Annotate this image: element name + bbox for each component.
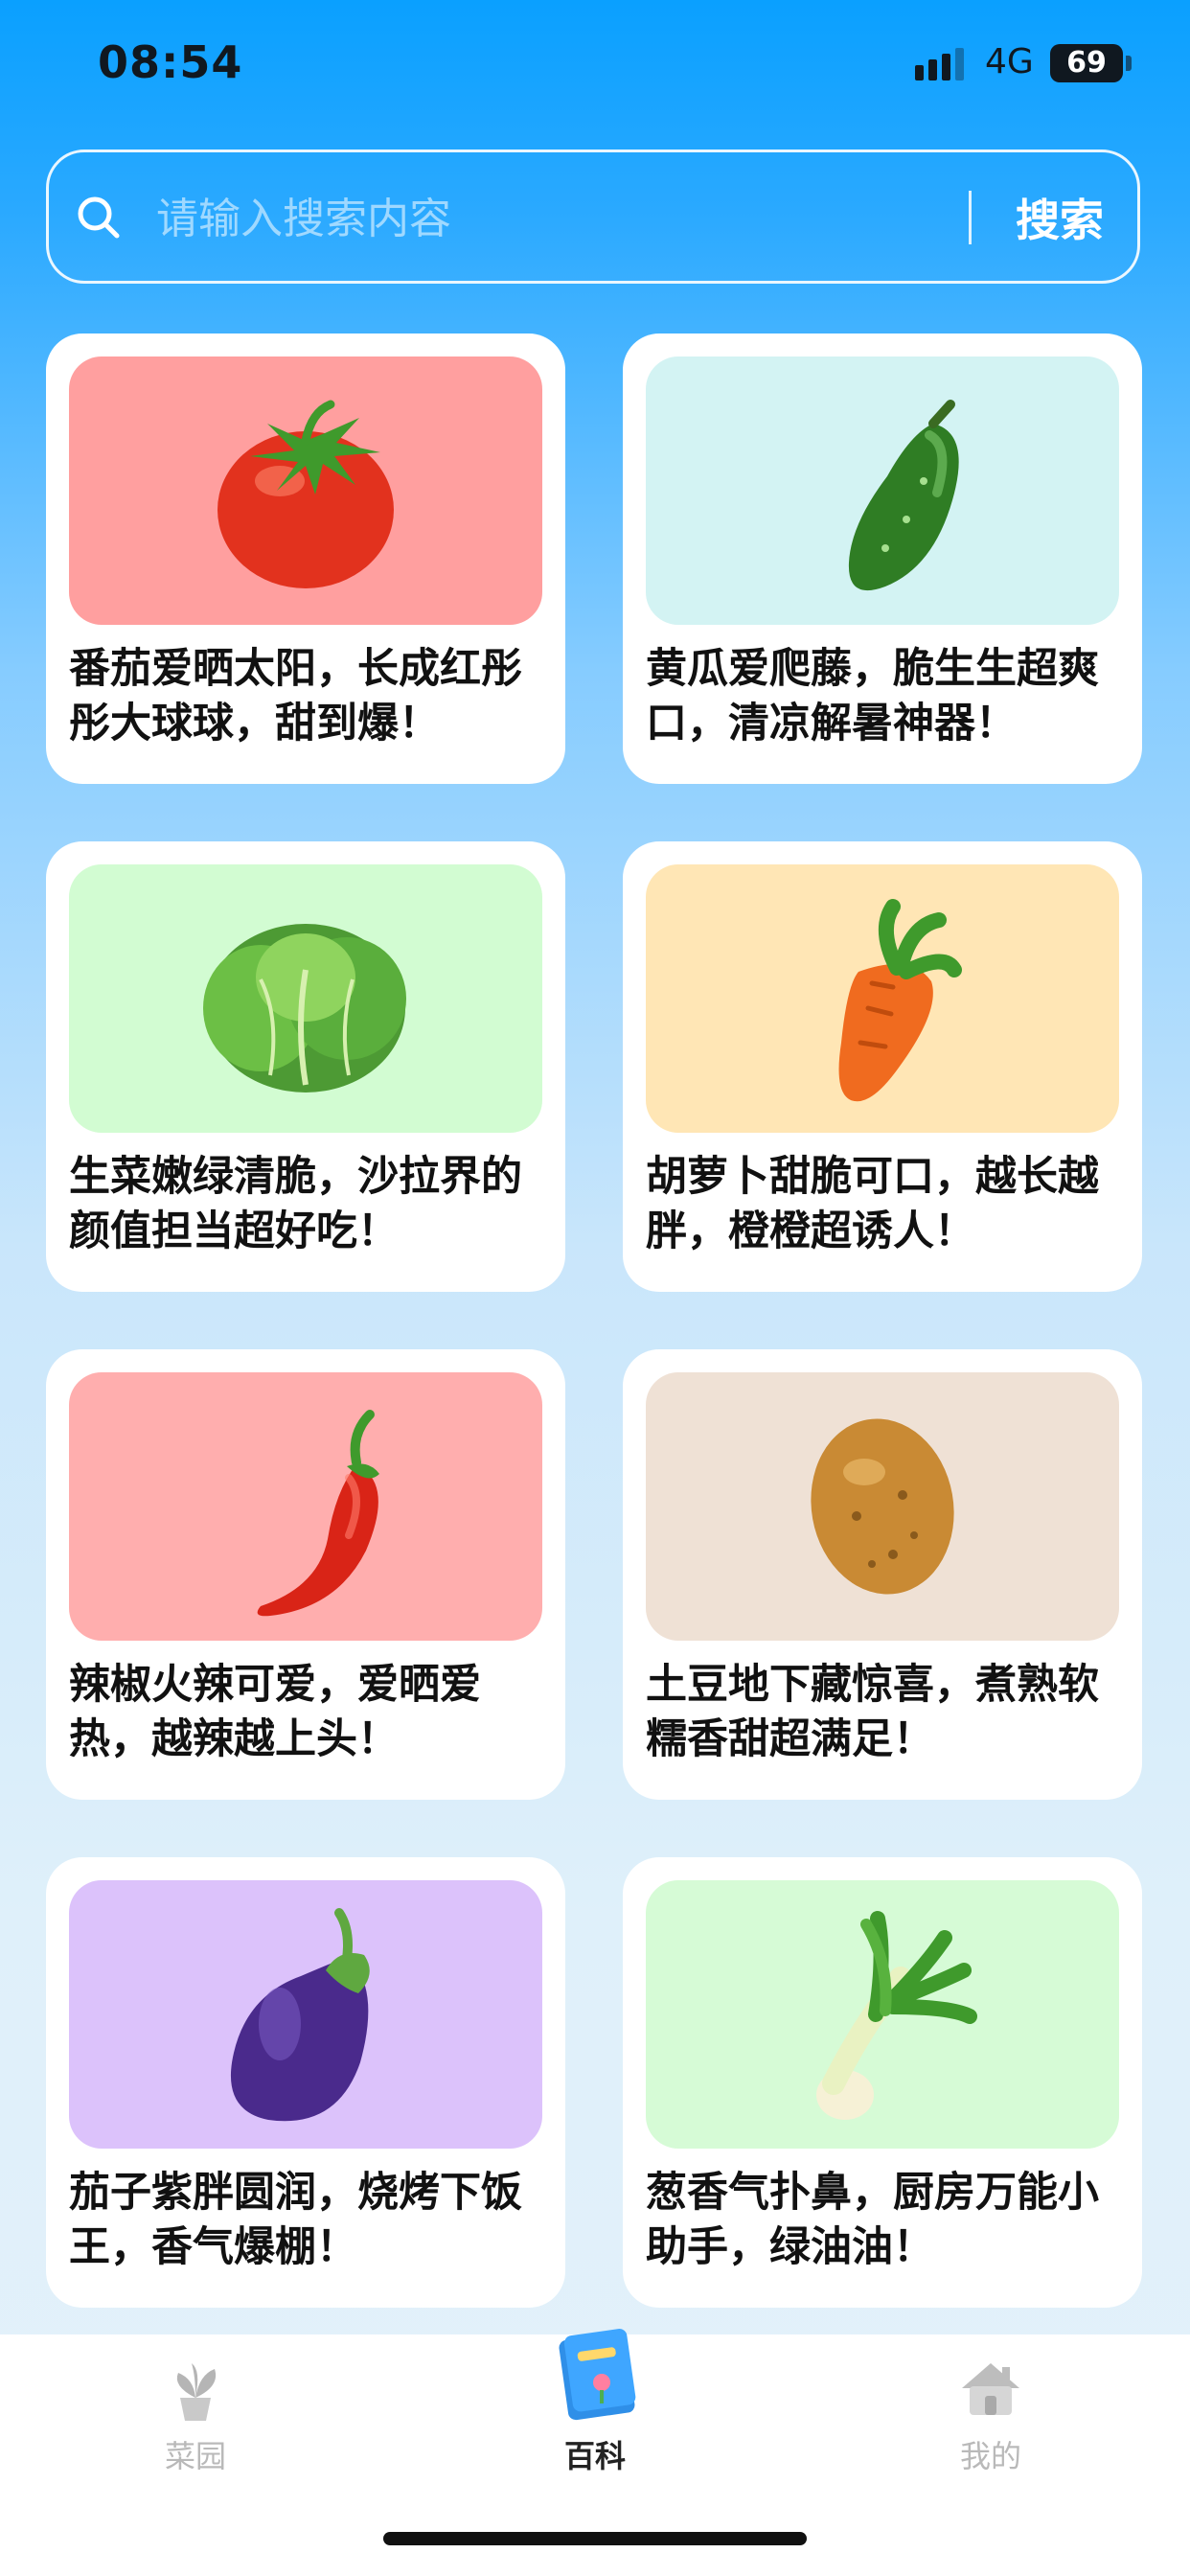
tab-mine[interactable]: 我的: [866, 2334, 1115, 2507]
card-image-bg: [646, 1880, 1119, 2149]
eggplant-icon: [230, 1908, 370, 2122]
house-icon: [962, 2363, 1019, 2415]
carrot-icon: [838, 899, 962, 1102]
plant-pot-icon: [176, 2363, 217, 2421]
search-icon: [78, 196, 120, 239]
card-image-bg: [69, 356, 542, 625]
card-image-bg: [646, 356, 1119, 625]
card-scallion[interactable]: 葱香气扑鼻，厨房万能小助手，绿油油！: [623, 1857, 1142, 2308]
status-bar: 08:54 4G 69: [0, 0, 1190, 134]
card-image-bg: [69, 864, 542, 1133]
card-description: 生菜嫩绿清脆，沙拉界的颜值担当超好吃！: [69, 1153, 522, 1255]
encyclopedia-book-icon: [559, 2329, 636, 2421]
card-image-bg: [69, 1880, 542, 2149]
card-description: 茄子紫胖圆润，烧烤下饭王，香气爆棚！: [69, 2169, 522, 2271]
card-chili[interactable]: 辣椒火辣可爱，爱晒爱热，越辣越上头！: [46, 1349, 565, 1800]
card-eggplant[interactable]: 茄子紫胖圆润，烧烤下饭王，香气爆棚！: [46, 1857, 565, 2308]
battery-level: 69: [1066, 46, 1107, 80]
card-description: 土豆地下藏惊喜，煮熟软糯香甜超满足！: [646, 1661, 1099, 1763]
tab-garden[interactable]: 菜园: [71, 2334, 320, 2507]
status-time: 08:54: [98, 36, 243, 88]
tomato-icon: [217, 400, 394, 588]
tab-label: 百科: [563, 2438, 626, 2474]
battery-icon: 69: [1050, 44, 1123, 82]
chili-icon: [257, 1410, 379, 1617]
card-tomato[interactable]: 番茄爱晒太阳，长成红彤彤大球球，甜到爆！: [46, 334, 565, 784]
signal-icon: [915, 48, 964, 80]
card-image-bg: [646, 1372, 1119, 1641]
card-description: 胡萝卜甜脆可口，越长越胖，橙橙超诱人！: [646, 1153, 1099, 1255]
tab-label: 菜园: [164, 2438, 226, 2474]
search-input[interactable]: [154, 181, 982, 256]
cucumber-icon: [848, 400, 959, 591]
card-image-bg: [646, 864, 1119, 1133]
tab-encyclopedia[interactable]: 百科: [470, 2329, 720, 2507]
card-cucumber[interactable]: 黄瓜爱爬藤，脆生生超爽口，清凉解暑神器！: [623, 334, 1142, 784]
card-description: 辣椒火辣可爱，爱晒爱热，越辣越上头！: [69, 1661, 481, 1763]
card-lettuce[interactable]: 生菜嫩绿清脆，沙拉界的颜值担当超好吃！: [46, 841, 565, 1292]
search-divider: [969, 191, 972, 244]
card-carrot[interactable]: 胡萝卜甜脆可口，越长越胖，橙橙超诱人！: [623, 841, 1142, 1292]
card-image-bg: [69, 1372, 542, 1641]
tab-label: 我的: [959, 2438, 1021, 2474]
card-description: 葱香气扑鼻，厨房万能小助手，绿油油！: [646, 2169, 1099, 2271]
search-bar: 搜索: [46, 150, 1140, 284]
card-description: 黄瓜爱爬藤，脆生生超爽口，清凉解暑神器！: [646, 645, 1099, 748]
network-type: 4G: [985, 42, 1034, 81]
home-indicator: [383, 2532, 807, 2545]
scallion-icon: [816, 1911, 977, 2120]
search-button[interactable]: 搜索: [997, 179, 1122, 256]
lettuce-icon: [203, 924, 406, 1092]
card-description: 番茄爱晒太阳，长成红彤彤大球球，甜到爆！: [69, 645, 522, 748]
battery-cap: [1126, 56, 1132, 71]
potato-icon: [811, 1418, 954, 1595]
card-potato[interactable]: 土豆地下藏惊喜，煮熟软糯香甜超满足！: [623, 1349, 1142, 1800]
